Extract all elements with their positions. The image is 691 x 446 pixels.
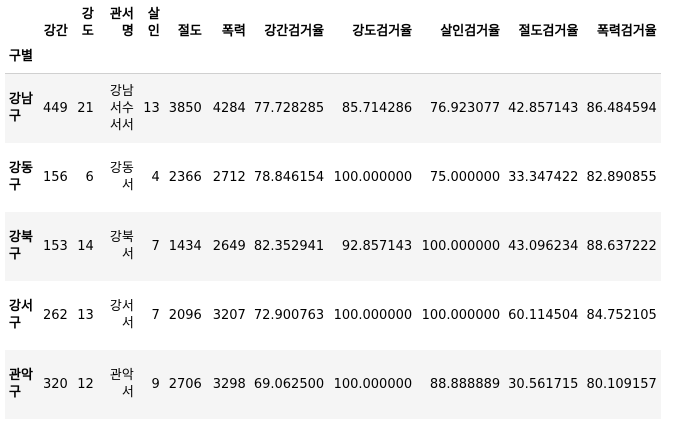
table-cell: 13 — [77, 307, 94, 323]
table-cell: 2712 — [212, 169, 246, 185]
column-header-row: 강간 강도 관서명 살인 절도 폭력 강간검거율 강도검거율 살인검거율 절도검… — [5, 2, 661, 44]
table-cell: 69.062500 — [253, 376, 325, 392]
table-cell: 6 — [85, 169, 94, 185]
row-index: 관악구 — [9, 368, 33, 400]
row-index: 강서구 — [9, 299, 33, 331]
table-cell: 320 — [43, 376, 68, 392]
table-cell: 9 — [151, 376, 160, 392]
blank-header — [250, 44, 328, 74]
column-header: 관서명 — [109, 7, 134, 39]
table-cell: 강동서 — [109, 161, 134, 193]
column-header: 살인검거율 — [440, 24, 501, 39]
blank-header — [138, 44, 164, 74]
blank-header — [206, 44, 250, 74]
table-cell: 60.114504 — [508, 307, 579, 323]
blank-header — [328, 44, 416, 74]
dataframe-table: 강간 강도 관서명 살인 절도 폭력 강간검거율 강도검거율 살인검거율 절도검… — [5, 2, 661, 419]
table-cell: 2649 — [212, 238, 246, 254]
table-cell: 3298 — [212, 376, 246, 392]
table-row: 관악구 320 12 관악서 9 2706 3298 69.062500 100… — [5, 349, 661, 419]
column-header: 폭력검거율 — [596, 24, 657, 39]
table-row: 강북구 153 14 강북서 7 1434 2649 82.352941 92.… — [5, 211, 661, 281]
table-header: 강간 강도 관서명 살인 절도 폭력 강간검거율 강도검거율 살인검거율 절도검… — [5, 2, 661, 74]
table-cell: 14 — [77, 238, 94, 254]
table-cell: 76.923077 — [416, 73, 505, 143]
table-cell: 153 — [43, 238, 68, 254]
table-cell: 78.846154 — [253, 169, 325, 185]
table-cell: 92.857143 — [341, 238, 413, 254]
table-cell: 100.000000 — [333, 169, 413, 185]
table-cell: 2096 — [168, 307, 202, 323]
index-header-blank — [5, 2, 39, 44]
table-cell: 강서서 — [109, 299, 134, 331]
table-row: 강남구 449 21 강남서수서서 13 3850 4284 77.728285… — [5, 73, 661, 143]
blank-header — [164, 44, 206, 74]
table-cell: 4284 — [205, 73, 250, 143]
table-cell: 100.000000 — [421, 238, 501, 254]
blank-header — [72, 44, 98, 74]
blank-header — [582, 44, 660, 74]
table-cell: 42.857143 — [504, 73, 583, 143]
table-cell: 77.728285 — [249, 73, 329, 143]
blank-header — [504, 44, 582, 74]
column-header: 절도검거율 — [518, 24, 579, 39]
table-cell: 2706 — [168, 376, 202, 392]
table-cell: 100.000000 — [333, 307, 413, 323]
table-row: 강동구 156 6 강동서 4 2366 2712 78.846154 100.… — [5, 142, 661, 212]
table-cell: 88.888889 — [429, 376, 501, 392]
table-cell: 강북서 — [109, 230, 134, 262]
table-cell: 12 — [77, 376, 94, 392]
row-index: 강동구 — [9, 161, 33, 193]
column-header: 강도 — [81, 7, 94, 39]
table-cell: 2366 — [168, 169, 202, 185]
row-index: 강북구 — [9, 230, 33, 262]
column-header: 절도 — [177, 24, 202, 39]
blank-header — [39, 44, 72, 74]
table-cell: 88.637222 — [586, 238, 657, 254]
table-cell: 100.000000 — [333, 376, 413, 392]
blank-header — [416, 44, 504, 74]
table-row: 강서구 262 13 강서서 7 2096 3207 72.900763 100… — [5, 280, 661, 350]
table-body: 강남구 449 21 강남서수서서 13 3850 4284 77.728285… — [5, 73, 661, 419]
table-cell: 82.890855 — [586, 169, 657, 185]
column-header: 강도검거율 — [352, 24, 413, 39]
table-cell: 262 — [43, 307, 68, 323]
table-cell: 7 — [151, 307, 160, 323]
table-cell: 85.714286 — [328, 73, 417, 143]
table-cell: 100.000000 — [421, 307, 501, 323]
table-cell: 449 — [39, 73, 72, 143]
column-header: 강간검거율 — [264, 24, 325, 39]
table-cell: 1434 — [168, 238, 202, 254]
table-cell: 80.109157 — [586, 376, 657, 392]
table-cell: 7 — [151, 238, 160, 254]
table-cell: 82.352941 — [253, 238, 325, 254]
table-cell: 3207 — [212, 307, 246, 323]
table-cell: 156 — [43, 169, 68, 185]
table-cell: 관악서 — [109, 368, 134, 400]
table-cell: 33.347422 — [508, 169, 579, 185]
table-cell: 86.484594 — [582, 73, 661, 143]
table-cell: 강남서수서서 — [97, 73, 138, 143]
table-cell: 21 — [71, 73, 98, 143]
table-cell: 4 — [151, 169, 160, 185]
table-cell: 43.096234 — [508, 238, 579, 254]
table-cell: 84.752105 — [586, 307, 657, 323]
column-header: 폭력 — [221, 24, 246, 39]
index-name: 구별 — [9, 49, 33, 64]
table-cell: 75.000000 — [429, 169, 501, 185]
dataframe-output: 강간 강도 관서명 살인 절도 폭력 강간검거율 강도검거율 살인검거율 절도검… — [0, 0, 691, 446]
table-cell: 30.561715 — [508, 376, 579, 392]
index-name-row: 구별 — [5, 44, 661, 74]
table-cell: 13 — [137, 73, 164, 143]
table-cell: 3850 — [163, 73, 206, 143]
row-index: 강남구 — [5, 73, 39, 143]
blank-header — [98, 44, 138, 74]
column-header: 살인 — [147, 7, 160, 39]
column-header: 강간 — [43, 24, 68, 39]
table-cell: 72.900763 — [253, 307, 325, 323]
